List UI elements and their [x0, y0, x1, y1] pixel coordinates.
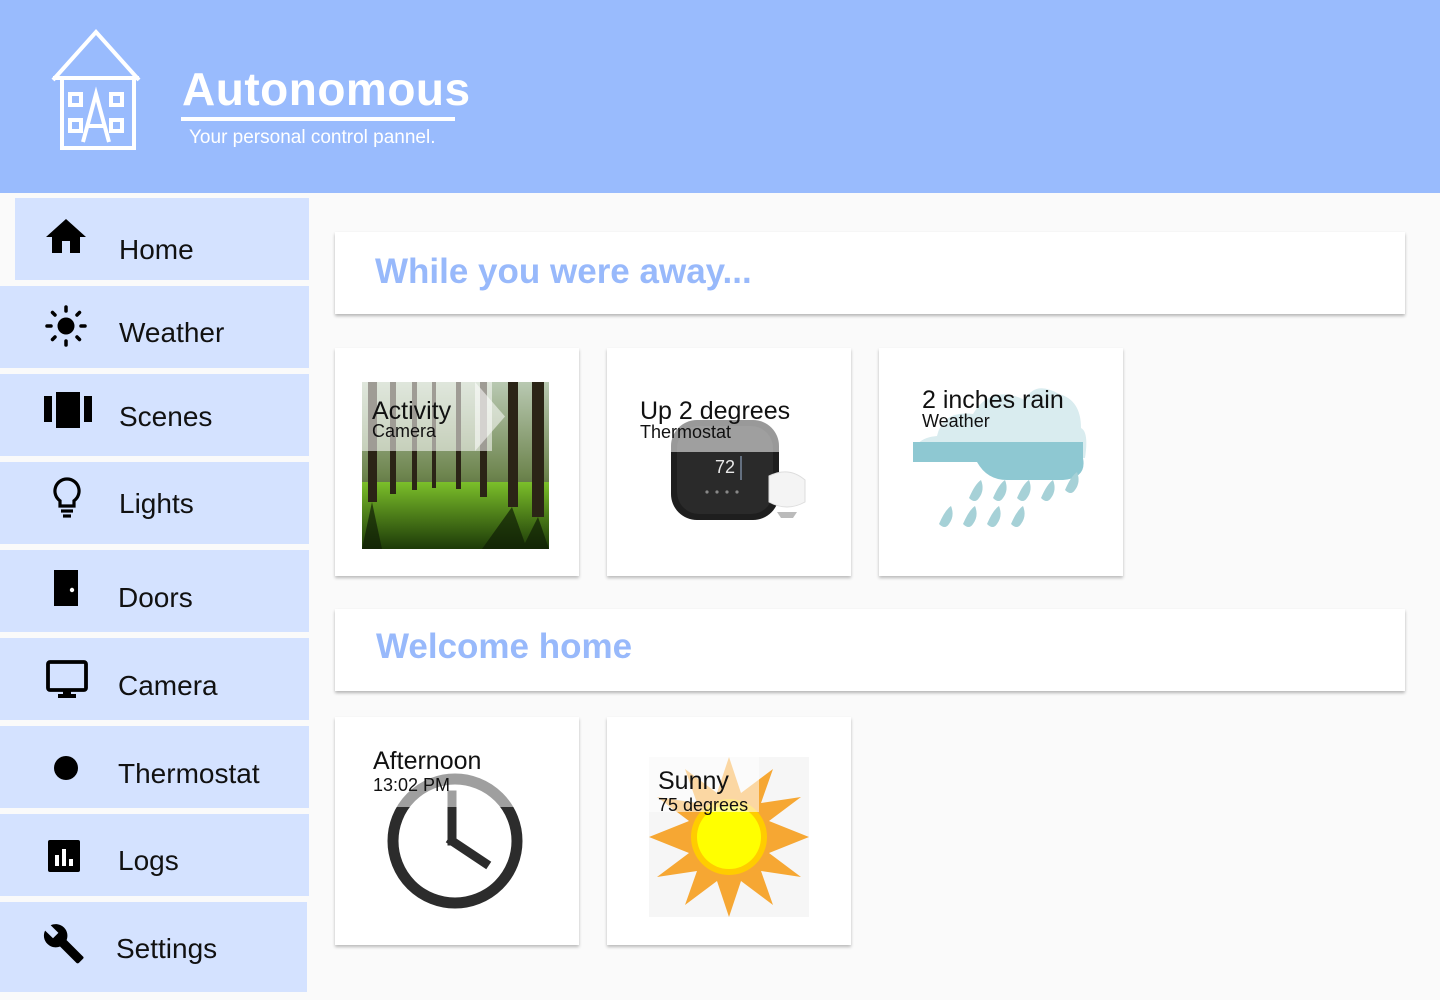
lightbulb-icon: [43, 474, 91, 522]
sidebar-item-label: Logs: [118, 845, 179, 876]
monitor-icon: [43, 657, 91, 705]
card-camera-activity[interactable]: Activity Camera: [335, 348, 579, 576]
card-sunny[interactable]: Sunny 75 degrees: [607, 717, 851, 945]
sidebar-item-label: Camera: [118, 670, 218, 701]
sidebar-item-weather[interactable]: Weather: [0, 286, 309, 368]
scenes-icon: [44, 390, 92, 430]
sidebar-item-logs[interactable]: Logs: [0, 814, 309, 896]
app-title: Autonomous: [182, 63, 471, 115]
card-time[interactable]: Afternoon 13:02 PM: [335, 717, 579, 945]
home-icon: [42, 213, 90, 261]
card-subtitle: Thermostat: [640, 422, 732, 442]
sidebar-item-lights[interactable]: Lights: [0, 462, 309, 544]
app-subtitle: Your personal control pannel.: [189, 127, 436, 148]
card-title: Sunny: [658, 767, 729, 795]
sidebar-item-settings[interactable]: Settings: [0, 902, 307, 992]
chart-icon: [40, 833, 88, 881]
dot-icon: [42, 744, 90, 792]
sidebar-item-thermostat[interactable]: Thermostat: [0, 726, 309, 808]
card-subtitle: Weather: [922, 411, 990, 431]
house-logo-icon[interactable]: [50, 28, 142, 152]
card-title: 2 inches rain: [922, 386, 1064, 414]
card-thermostat[interactable]: 72 Up 2 degrees Thermostat: [607, 348, 851, 576]
sidebar-item-camera[interactable]: Camera: [0, 638, 309, 720]
sidebar-item-home[interactable]: Home: [15, 198, 309, 280]
card-weather-rain[interactable]: 2 inches rain Weather: [879, 348, 1123, 576]
section-banner-away: While you were away...: [335, 232, 1405, 314]
sidebar-item-label: Lights: [119, 488, 194, 519]
wrench-icon: [42, 921, 90, 969]
card-subtitle: Camera: [372, 421, 437, 441]
thermostat-display: 72: [715, 457, 735, 477]
sidebar-item-doors[interactable]: Doors: [0, 550, 309, 632]
sidebar-item-scenes[interactable]: Scenes: [0, 374, 309, 456]
app-header: Autonomous Your personal control pannel.: [0, 0, 1440, 193]
section-title: Welcome home: [376, 627, 633, 666]
sidebar-item-label: Weather: [119, 317, 225, 348]
sidebar-item-label: Settings: [116, 933, 218, 964]
card-subtitle: 75 degrees: [658, 795, 749, 815]
card-subtitle: 13:02 PM: [373, 775, 451, 795]
card-title: Afternoon: [373, 747, 482, 775]
title-underline: [181, 117, 455, 121]
sidebar-item-label: Scenes: [119, 401, 213, 432]
card-title: Up 2 degrees: [640, 397, 791, 425]
sun-icon: [42, 302, 90, 350]
section-banner-welcome: Welcome home: [335, 609, 1405, 691]
sidebar: Home Weather Scenes Lights Doors Camera …: [0, 193, 320, 1000]
sidebar-item-label: Home: [119, 234, 194, 265]
sidebar-item-label: Thermostat: [118, 758, 260, 789]
door-icon: [42, 566, 90, 614]
sidebar-item-label: Doors: [118, 582, 193, 613]
section-title: While you were away...: [375, 252, 752, 291]
